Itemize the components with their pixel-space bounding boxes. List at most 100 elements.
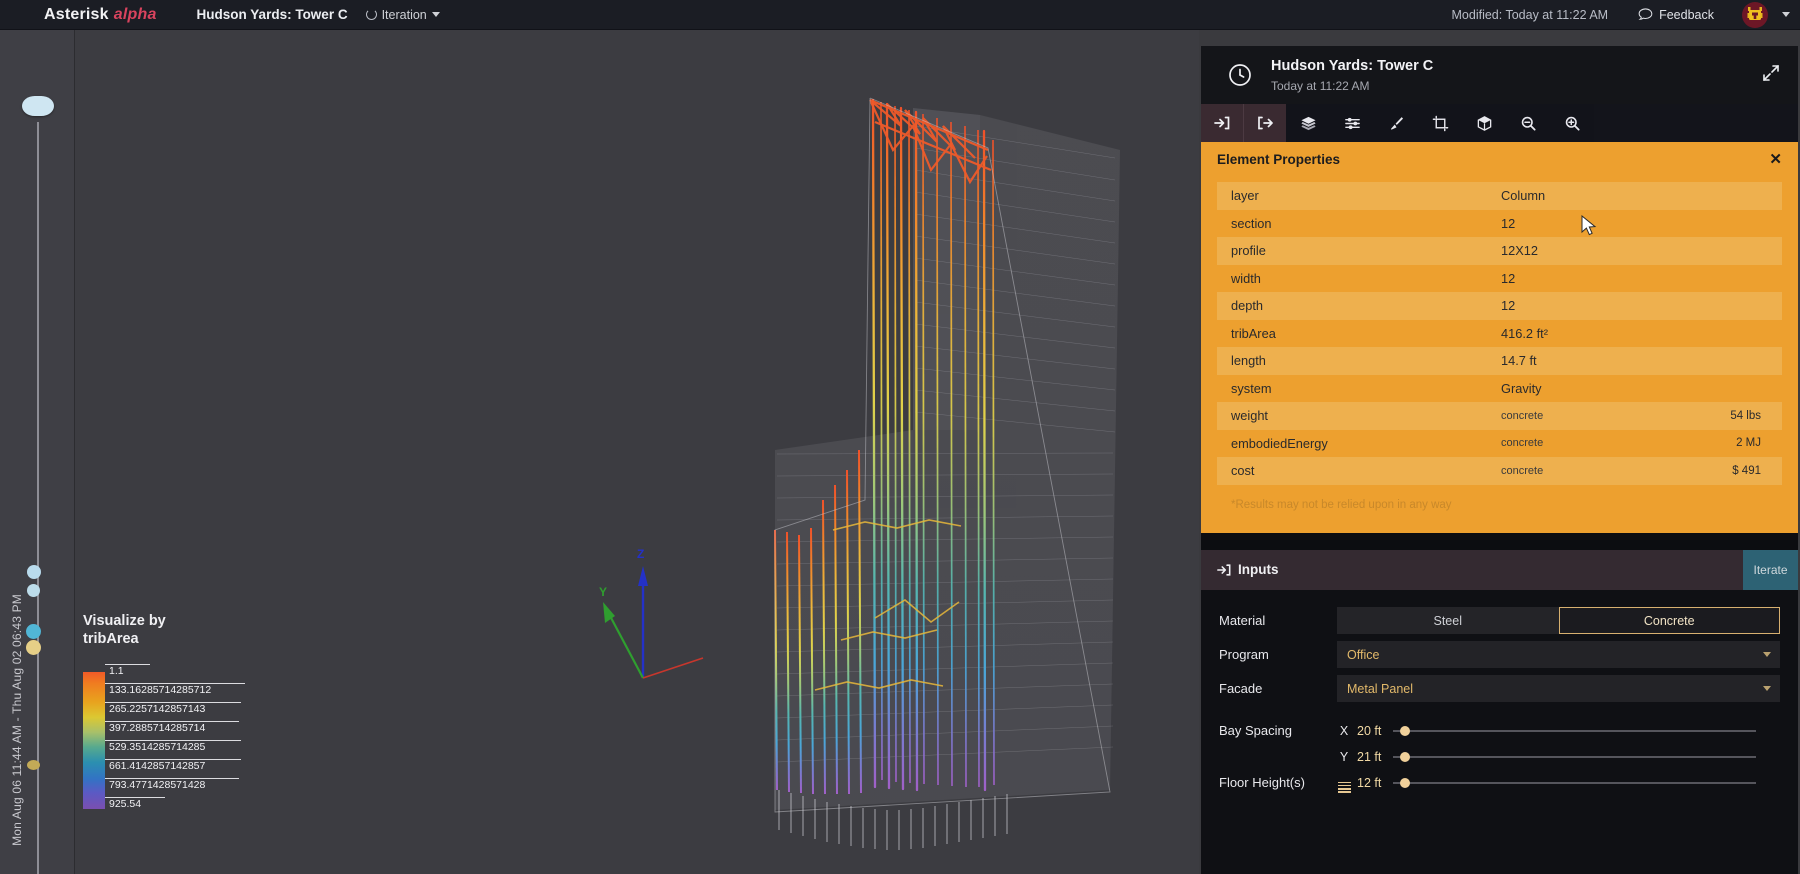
- property-amount: $ 491: [1732, 464, 1761, 477]
- table-row[interactable]: embodiedEnergy concrete 2 MJ: [1217, 430, 1782, 458]
- table-row[interactable]: profile 12X12: [1217, 237, 1782, 265]
- timeline-node[interactable]: [27, 760, 40, 770]
- table-row[interactable]: tribArea 416.2 ft²: [1217, 320, 1782, 348]
- iterate-button[interactable]: Iterate: [1743, 549, 1798, 590]
- crop-tool-button[interactable]: [1418, 104, 1462, 142]
- table-row[interactable]: depth 12: [1217, 292, 1782, 320]
- table-row[interactable]: weight concrete 54 lbs: [1217, 402, 1782, 430]
- property-value: 416.2 ft²: [1501, 325, 1548, 341]
- sign-in-icon: [1214, 116, 1230, 130]
- sliders-icon: [1344, 117, 1360, 129]
- material-option-steel[interactable]: Steel: [1337, 607, 1559, 634]
- timeline-node-head[interactable]: [22, 96, 54, 116]
- timeline-node[interactable]: [26, 624, 41, 639]
- floor-heights-row: Floor Height(s) 12 ft: [1201, 770, 1798, 796]
- timeline-node[interactable]: [27, 565, 41, 579]
- property-key: layer: [1231, 188, 1259, 204]
- ring-spinner-icon: [365, 9, 377, 20]
- paintbrush-tool-button[interactable]: [1374, 104, 1418, 142]
- brand-name: Asterisk: [44, 5, 109, 23]
- axis-gizmo: Z Y: [595, 530, 705, 690]
- layers-tool-button[interactable]: [1286, 104, 1330, 142]
- chevron-down-icon: [431, 12, 440, 17]
- sliders-tool-button[interactable]: [1330, 104, 1374, 142]
- timeline-node[interactable]: [27, 584, 40, 597]
- timeline-range-label: Mon Aug 06 11:44 AM - Thu Aug 02 06:43 P…: [10, 594, 24, 846]
- property-key: profile: [1231, 243, 1266, 259]
- program-value: Office: [1347, 647, 1380, 662]
- bay-spacing-y-slider[interactable]: [1393, 751, 1756, 762]
- panel-divider: [1201, 532, 1798, 550]
- outputs-tool-button[interactable]: [1244, 104, 1286, 142]
- property-key: cost: [1231, 463, 1255, 479]
- list-lines-icon[interactable]: [1337, 772, 1351, 793]
- cube-tool-button[interactable]: [1462, 104, 1506, 142]
- disclaimer-note: *Results may not be relied upon in any w…: [1231, 498, 1452, 511]
- zoom-in-button[interactable]: [1550, 104, 1594, 142]
- expand-diagonal-icon[interactable]: [1762, 64, 1780, 82]
- space-invader-avatar: [1747, 6, 1763, 20]
- inputs-header: Inputs Iterate: [1201, 549, 1798, 590]
- table-row[interactable]: layer Column: [1217, 182, 1782, 210]
- table-row[interactable]: section 12: [1217, 210, 1782, 238]
- bay-spacing-y-axis: Y: [1339, 749, 1349, 764]
- legend-entry: 265.2257142857143: [105, 702, 241, 715]
- table-row[interactable]: width 12: [1217, 265, 1782, 293]
- legend-title: Visualize by tribArea: [83, 613, 166, 647]
- facade-label: Facade: [1219, 681, 1263, 696]
- timeline-node[interactable]: [26, 640, 41, 655]
- bay-spacing-x-slider[interactable]: [1393, 725, 1756, 736]
- property-value: 12: [1501, 215, 1516, 231]
- floor-heights-slider[interactable]: [1393, 777, 1756, 788]
- inputs-tool-button[interactable]: [1201, 104, 1243, 142]
- facade-select[interactable]: Metal Panel: [1337, 675, 1780, 702]
- table-row[interactable]: system Gravity: [1217, 375, 1782, 403]
- property-material: concrete: [1501, 409, 1544, 422]
- feedback-button[interactable]: Feedback: [1638, 8, 1714, 22]
- iteration-dropdown[interactable]: Iteration: [365, 7, 440, 22]
- zoom-out-button[interactable]: [1506, 104, 1550, 142]
- element-properties-panel: Element Properties ✕ layer Column sectio…: [1201, 142, 1798, 533]
- modified-timestamp: Modified: Today at 11:22 AM: [1451, 7, 1609, 22]
- inputs-body: Material Steel Concrete Program Office F…: [1201, 589, 1798, 874]
- property-key: section: [1231, 215, 1272, 231]
- legend-entry: 397.2885714285714: [105, 721, 239, 734]
- property-key: tribArea: [1231, 325, 1276, 341]
- property-key: embodiedEnergy: [1231, 435, 1328, 451]
- iteration-label: Iteration: [381, 7, 427, 22]
- cube-icon: [1477, 115, 1491, 131]
- material-option-concrete[interactable]: Concrete: [1558, 607, 1780, 634]
- model-viewport[interactable]: Z Y Visualize by tribArea 1.1 133.162857…: [75, 30, 1199, 874]
- property-material: concrete: [1501, 464, 1544, 477]
- legend-entry: 529.3514285714285: [105, 740, 241, 753]
- inputs-title: Inputs: [1217, 562, 1279, 577]
- bay-spacing-y-value: 21 ft: [1357, 749, 1382, 764]
- table-row[interactable]: length 14.7 ft: [1217, 347, 1782, 375]
- avatar[interactable]: [1742, 1, 1768, 28]
- slider-knob[interactable]: [1400, 751, 1411, 762]
- element-properties-title: Element Properties: [1217, 151, 1341, 167]
- property-value: Column: [1501, 188, 1546, 204]
- slider-knob[interactable]: [1400, 777, 1411, 788]
- brand-alpha-tag: alpha: [113, 5, 157, 23]
- app-logo[interactable]: Asterisk alpha: [44, 6, 157, 24]
- right-panel: Hudson Yards: Tower C Today at 11:22 AM: [1199, 30, 1800, 874]
- axis-z-label: Z: [637, 547, 644, 561]
- property-key: weight: [1231, 408, 1268, 424]
- floor-heights-label: Floor Height(s): [1219, 775, 1305, 790]
- app-root: Asterisk alpha Hudson Yards: Tower C Iter…: [0, 0, 1800, 874]
- avatar-chevron-down-icon[interactable]: [1782, 12, 1790, 17]
- facade-row: Facade Metal Panel: [1201, 672, 1798, 706]
- table-row[interactable]: cost concrete $ 491: [1217, 457, 1782, 485]
- program-select[interactable]: Office: [1337, 641, 1780, 668]
- element-properties-list: layer Column section 12 profile 12X12 wi…: [1201, 176, 1798, 485]
- property-value: 12X12: [1501, 243, 1539, 259]
- property-key: depth: [1231, 298, 1264, 314]
- paintbrush-icon: [1390, 116, 1403, 130]
- bay-spacing-x-value: 20 ft: [1357, 723, 1382, 738]
- slider-knob[interactable]: [1400, 725, 1411, 736]
- property-amount: 2 MJ: [1736, 437, 1761, 450]
- close-icon[interactable]: ✕: [1769, 152, 1782, 167]
- program-label: Program: [1219, 647, 1269, 662]
